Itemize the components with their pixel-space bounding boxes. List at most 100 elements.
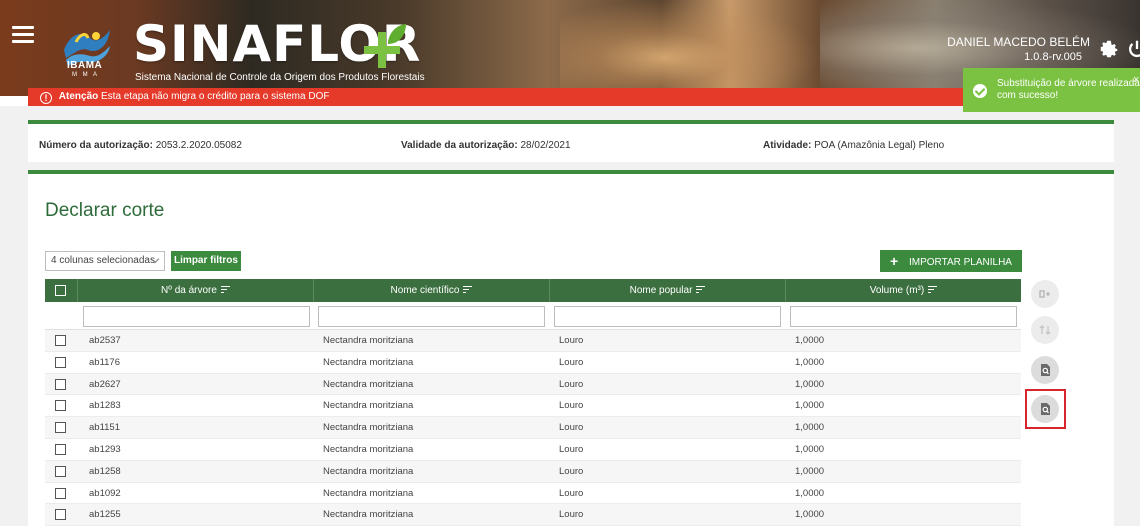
add-tree-button[interactable] (1031, 280, 1059, 308)
gear-icon[interactable] (1098, 38, 1120, 60)
cell-scientific-name: Nectandra moritziana (323, 487, 414, 499)
cell-popular-name: Louro (559, 422, 584, 434)
warning-label: Atenção (58, 91, 99, 102)
row-checkbox[interactable] (55, 378, 66, 390)
table-header: Nº da árvore Nome científico Nome popula… (45, 279, 1021, 302)
cell-tree-number: ab2537 (89, 335, 121, 346)
cell-tree-number: ab1151 (89, 422, 120, 434)
table-row[interactable]: ab1255 Nectandra moritziana Louro 1,0000 (45, 504, 1021, 526)
user-name: DANIEL MACEDO BELÉM (947, 35, 1090, 49)
cell-scientific-name: Nectandra moritziana (323, 443, 414, 455)
filter-sort-icon[interactable] (220, 286, 230, 293)
row-checkbox[interactable] (55, 487, 66, 499)
columns-select[interactable]: 4 colunas selecionadas (45, 251, 165, 271)
cell-scientific-name: Nectandra moritziana (323, 335, 414, 346)
row-checkbox[interactable] (55, 465, 66, 477)
cell-tree-number: ab1283 (89, 400, 121, 412)
swap-icon (1039, 325, 1051, 335)
table-row[interactable]: ab1258 Nectandra moritziana Louro 1,0000 (45, 460, 1021, 483)
table-row[interactable]: ab1283 Nectandra moritziana Louro 1,0000 (45, 395, 1021, 418)
cell-volume: 1,0000 (795, 400, 825, 412)
authorization-info-card: Número da autorização: 2053.2.2020.05082… (28, 120, 1114, 162)
page-title: Declarar corte (45, 200, 165, 221)
app-version: 1.0.8-rv.005 (1024, 51, 1082, 63)
cell-volume: 1,0000 (795, 335, 825, 346)
table-row[interactable]: ab1176 Nectandra moritziana Louro 1,0000 (45, 352, 1021, 374)
brand-tagline: Sistema Nacional de Controle da Origem d… (135, 72, 425, 83)
power-icon[interactable] (1126, 38, 1140, 60)
cell-scientific-name: Nectandra moritziana (323, 509, 414, 521)
cell-tree-number: ab1258 (89, 465, 121, 477)
filter-input-scientific-name[interactable] (318, 306, 545, 327)
cell-volume: 1,0000 (795, 465, 825, 477)
filter-input-tree-number[interactable] (83, 306, 310, 327)
row-checkbox[interactable] (55, 422, 66, 434)
highlight-annotation-box (1025, 389, 1066, 429)
cell-volume: 1,0000 (795, 509, 825, 521)
cell-tree-number: ab1092 (89, 487, 121, 499)
row-checkbox[interactable] (55, 400, 66, 412)
check-circle-icon (973, 84, 987, 98)
cell-tree-number: ab2627 (89, 378, 121, 390)
table-row[interactable]: ab1293 Nectandra moritziana Louro 1,0000 (45, 439, 1021, 461)
filter-row (45, 303, 1021, 330)
warning-banner: ! Atenção Esta etapa não migra o crédito… (28, 88, 1114, 106)
cell-popular-name: Louro (559, 487, 584, 499)
import-spreadsheet-button[interactable]: + IMPORTAR PLANILHA (880, 250, 1022, 272)
plus-icon: + (890, 253, 899, 269)
cell-volume: 1,0000 (795, 378, 825, 390)
cell-volume: 1,0000 (795, 487, 825, 499)
column-header-popular-name[interactable]: Nome popular (550, 279, 786, 302)
import-spreadsheet-label: IMPORTAR PLANILHA (908, 257, 1012, 268)
ibama-sub: M M A (72, 72, 100, 78)
row-checkbox[interactable] (55, 443, 66, 455)
authorization-activity: Atividade: POA (Amazônia Legal) Pleno (763, 140, 945, 151)
cell-popular-name: Louro (559, 509, 584, 521)
cell-popular-name: Louro (559, 443, 584, 455)
table-row[interactable]: ab2537 Nectandra moritziana Louro 1,0000 (45, 330, 1021, 352)
ibama-text: IBAMA (67, 60, 103, 71)
toast-close-icon[interactable]: × (1133, 74, 1139, 86)
table-row[interactable]: ab1151 Nectandra moritziana Louro 1,0000 (45, 417, 1021, 439)
row-checkbox[interactable] (55, 335, 66, 346)
row-checkbox[interactable] (55, 356, 66, 368)
columns-select-value: 4 colunas selecionadas (51, 255, 155, 266)
cell-volume: 1,0000 (795, 422, 825, 434)
tree-add-icon (1039, 290, 1050, 298)
table-row[interactable]: ab1092 Nectandra moritziana Louro 1,0000 (45, 483, 1021, 505)
table-row[interactable]: ab2627 Nectandra moritziana Louro 1,0000 (45, 373, 1021, 396)
success-toast: Substituição de árvore realizada com suc… (963, 68, 1140, 112)
filter-sort-icon[interactable] (928, 286, 938, 293)
cell-scientific-name: Nectandra moritziana (323, 422, 414, 434)
cell-scientific-name: Nectandra moritziana (323, 465, 414, 477)
leaf-icon (364, 24, 406, 68)
column-header-tree-number[interactable]: Nº da árvore (78, 279, 314, 302)
filter-sort-icon[interactable] (696, 286, 706, 293)
cell-scientific-name: Nectandra moritziana (323, 356, 414, 368)
table-header-checkbox-cell (45, 279, 78, 302)
cell-popular-name: Louro (559, 356, 584, 368)
filter-input-popular-name[interactable] (554, 306, 781, 327)
document-search-icon (1041, 364, 1050, 376)
column-header-volume[interactable]: Volume (m³) (786, 279, 1021, 302)
authorization-number: Número da autorização: 2053.2.2020.05082 (39, 140, 242, 151)
view-document-button[interactable] (1031, 356, 1059, 384)
cell-popular-name: Louro (559, 400, 584, 412)
filter-input-volume[interactable] (790, 306, 1017, 327)
toast-message: Substituição de árvore realizada com suc… (997, 78, 1140, 101)
hamburger-menu-icon[interactable] (12, 26, 34, 44)
cell-tree-number: ab1176 (89, 356, 120, 368)
filter-sort-icon[interactable] (463, 286, 473, 293)
row-checkbox[interactable] (55, 509, 66, 521)
cell-tree-number: ab1293 (89, 443, 121, 455)
swap-tree-button[interactable] (1031, 316, 1059, 344)
cell-volume: 1,0000 (795, 443, 825, 455)
cell-popular-name: Louro (559, 378, 584, 390)
cell-scientific-name: Nectandra moritziana (323, 378, 414, 390)
table-body: ab2537 Nectandra moritziana Louro 1,0000… (45, 330, 1021, 526)
authorization-validity: Validade da autorização: 28/02/2021 (401, 140, 571, 151)
column-header-scientific-name[interactable]: Nome científico (314, 279, 550, 302)
clear-filters-button[interactable]: Limpar filtros (171, 251, 241, 271)
warning-icon: ! (40, 92, 52, 104)
cell-popular-name: Louro (559, 335, 584, 346)
